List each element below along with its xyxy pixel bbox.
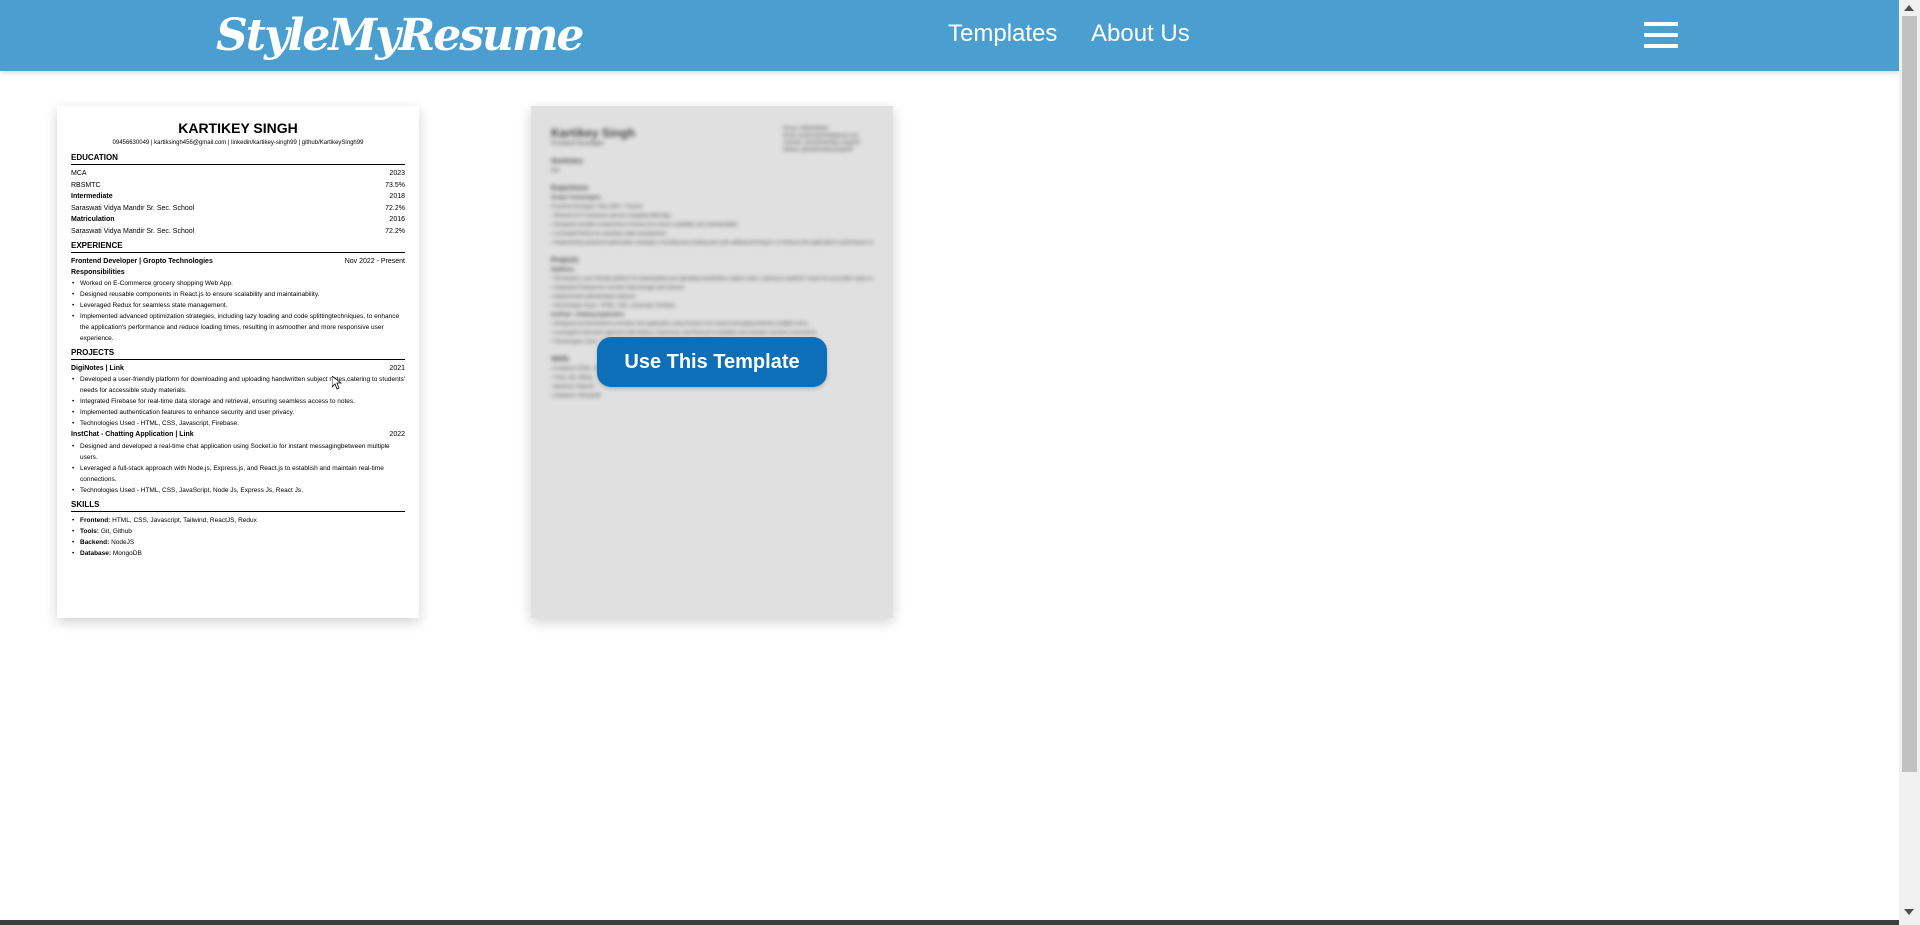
resume2-project-bullet: • Integrated Firebase for real-time data… (551, 285, 686, 291)
resume2-contact-line: Email: kartiksingh456@gmail.com (783, 133, 859, 139)
education-value: 2016 (389, 216, 405, 223)
resume2-contact-line: Phone: 9456630049 (783, 126, 829, 132)
project-bullet: Technologies Used - HTML, CSS, Javascrip… (72, 418, 405, 429)
education-value: 2023 (389, 170, 405, 177)
resume2-contact-line: GitHub: github/KartikeySingh99 (783, 147, 853, 153)
project-bullets-1: Developed a user-friendly platform for d… (71, 374, 405, 429)
education-row: RBSMTC 73.5% (71, 180, 405, 192)
resume2-project-bullet: • Designed and developed a real-time cha… (551, 321, 809, 327)
job-bullet: Leveraged Redux for seamless state manag… (72, 300, 405, 311)
resume2-experience-title: Experience (551, 185, 589, 192)
project-bullet: Designed and developed a real-time chat … (72, 441, 405, 463)
skill-item: Backend: NodeJS (72, 537, 405, 548)
template-card-1[interactable]: KARTIKEY SINGH 09456630049 | kartiksingh… (57, 106, 419, 618)
project-bullet: Developed a user-friendly platform for d… (72, 374, 405, 396)
section-experience-title: EXPERIENCE (71, 241, 405, 253)
hamburger-menu-icon[interactable] (1644, 22, 1678, 48)
project-row-1: DigiNotes | Link 2021 (71, 363, 405, 375)
nav-link-templates[interactable]: Templates (948, 18, 1057, 50)
job-bullet: Worked on E-Commerce grocery shopping We… (72, 278, 405, 289)
project-year-2: 2022 (389, 431, 405, 438)
resume2-project1-bullets: • Developed a user-friendly platform for… (551, 275, 873, 311)
education-value: 72.2% (385, 204, 405, 212)
project-title-2: InstChat - Chatting Application | Link (71, 431, 194, 438)
education-label: MCA (71, 170, 87, 177)
section-skills-title: SKILLS (71, 500, 405, 512)
job-bullet: Designed reusable components in React.js… (72, 289, 405, 300)
resume2-contact: Phone: 9456630049 Email: kartiksingh456@g… (783, 126, 873, 154)
education-label: Matriculation (71, 216, 115, 223)
resume2-project2: InstChat - Chatting Application (551, 312, 625, 318)
responsibilities-label: Responsibilities (71, 268, 125, 276)
project-bullet: Leveraged a full-stack approach with Nod… (72, 463, 405, 485)
skill-item: Database: MongoDB (72, 548, 405, 559)
education-label: Intermediate (71, 193, 113, 200)
site-logo[interactable]: StyleMyResume (216, 6, 585, 66)
resume2-job-bullet: • Designed reusable components in React.… (551, 222, 739, 228)
education-row: Intermediate 2018 (71, 191, 405, 203)
project-year-1: 2021 (389, 364, 405, 372)
use-this-template-button[interactable]: Use This Template (597, 337, 827, 387)
skill-item: Tools: Git, Github (72, 526, 405, 537)
scroll-up-arrow-icon[interactable] (1904, 5, 1914, 11)
resume2-job-bullet: • Implemented advanced optimization stra… (551, 240, 873, 246)
resume-name: KARTIKEY SINGH (178, 120, 298, 136)
job-bullets: Worked on E-Commerce grocery shopping We… (71, 278, 405, 344)
education-label: Saraswati Vidya Mandir Sr. Sec. School (71, 227, 195, 235)
resume2-job-bullet: • Worked on E-Commerce grocery shopping … (551, 213, 672, 219)
scroll-down-arrow-icon[interactable] (1904, 909, 1914, 915)
resume2-project-bullet: • Technologies Used - HTML, CSS, Javascr… (551, 303, 677, 309)
scrollbar-thumb[interactable] (1902, 16, 1917, 772)
resume2-job-line: Frontend Developer | Nov 2022 - Present (551, 204, 643, 210)
resume2-project1: DigiNotes (551, 267, 575, 273)
education-value: 2018 (389, 193, 405, 200)
skills-list: Frontend: HTML, CSS, Javascript, Tailwin… (71, 515, 405, 559)
job-bullet: Implemented advanced optimization strate… (72, 311, 405, 344)
resume-contact: 09456630049 | kartiksingh456@gmail.com |… (112, 140, 364, 146)
job-row: Frontend Developer | Gropto Technologies… (71, 256, 405, 268)
top-navbar: StyleMyResume Templates About Us (0, 0, 1899, 71)
education-list: MCA 2023 RBSMTC 73.5% Intermediate 2018 Sarasw… (71, 168, 405, 237)
resume2-job-bullets: • Worked on E-Commerce grocery shopping … (551, 212, 873, 248)
nav-link-about-us[interactable]: About Us (1091, 18, 1190, 50)
section-projects-title: PROJECTS (71, 348, 405, 360)
education-row: MCA 2023 (71, 168, 405, 180)
project-bullet: Integrated Firebase for real-time data s… (72, 396, 405, 407)
resume2-project-bullet: • Implemented authentication features. (551, 294, 637, 300)
resume2-projects-title: Projects (551, 257, 579, 264)
education-row: Saraswati Vidya Mandir Sr. Sec. School 72… (71, 203, 405, 215)
resume2-summary-title: Summary (551, 158, 583, 165)
education-label: RBSMTC (71, 181, 101, 189)
education-value: 72.2% (385, 227, 405, 235)
job-dates: Nov 2022 - Present (344, 258, 405, 265)
education-label: Saraswati Vidya Mandir Sr. Sec. School (71, 204, 195, 212)
education-row: Matriculation 2016 (71, 214, 405, 226)
job-title: Frontend Developer | Gropto Technologies (71, 258, 213, 265)
project-title-1: DigiNotes | Link (71, 364, 124, 372)
education-row: Saraswati Vidya Mandir Sr. Sec. School 72… (71, 226, 405, 238)
resume2-job-bullet: • Leveraged Redux for seamless state man… (551, 231, 668, 237)
bottom-edge (0, 920, 1899, 925)
resume-preview-1: KARTIKEY SINGH 09456630049 | kartiksingh… (71, 120, 405, 559)
section-education-title: EDUCATION (71, 153, 405, 165)
project-bullet: Technologies Used - HTML, CSS, JavaScrip… (72, 485, 405, 496)
resume2-company: Gropto Technologies (551, 195, 601, 201)
education-value: 73.5% (385, 181, 405, 189)
resume2-skill-item: • Database: MongoDB (551, 393, 601, 399)
skill-item: Frontend: HTML, CSS, Javascript, Tailwin… (72, 515, 405, 526)
project-bullet: Implemented authentication features to e… (72, 407, 405, 418)
project-row-2: InstChat - Chatting Application | Link 2… (71, 429, 405, 441)
resume2-summary-text: N/A (551, 168, 560, 174)
project-bullets-2: Designed and developed a real-time chat … (71, 441, 405, 496)
resume2-contact-line: LinkedIn: linkedin/kartikey-singh99 (783, 140, 860, 146)
resume2-project-bullet: • Developed a user-friendly platform for… (551, 276, 873, 282)
